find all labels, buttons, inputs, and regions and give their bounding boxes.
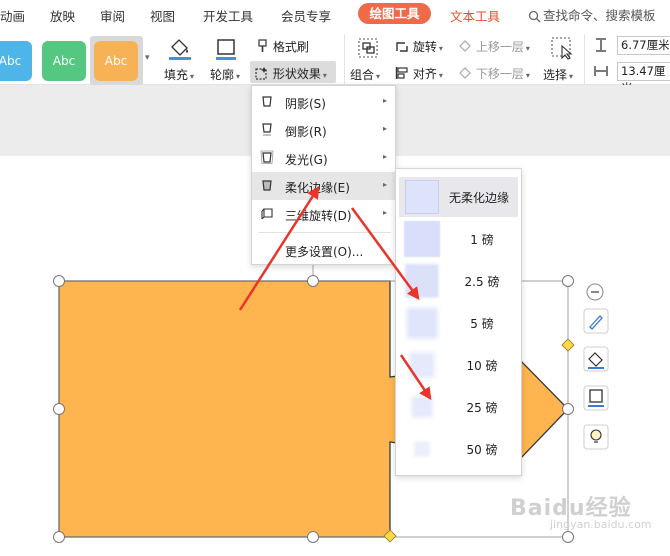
app-window: 动画 放映 审阅 视图 开发工具 会员专享 绘图工具 文本工具 查找命令、搜索模… bbox=[0, 0, 670, 556]
soft-edge-option-50[interactable]: 50 磅 bbox=[399, 429, 518, 469]
menu-item-glow[interactable]: 发光(G) ▸ bbox=[252, 144, 395, 172]
menu-item-shadow[interactable]: 阴影(S) ▸ bbox=[252, 88, 395, 116]
soft-edge-option-2-5[interactable]: 2.5 磅 bbox=[399, 261, 518, 301]
soft-edge-thumbnail bbox=[405, 180, 439, 214]
soft-edge-option-5[interactable]: 5 磅 bbox=[399, 303, 518, 343]
menu-item-label: 倒影(R) bbox=[285, 125, 327, 139]
menu-item-label: 柔化边缘(E) bbox=[285, 181, 350, 195]
menu-item-more-settings[interactable]: 更多设置(O)... bbox=[252, 236, 395, 264]
soft-edge-thumbnail bbox=[406, 265, 438, 297]
soft-edges-icon bbox=[262, 180, 272, 191]
soft-edge-thumbnail bbox=[405, 222, 439, 256]
shadow-icon bbox=[262, 96, 272, 107]
menu-item-3d-rotation[interactable]: 三维旋转(D) ▸ bbox=[252, 200, 395, 228]
fill-quick-icon[interactable] bbox=[583, 346, 609, 372]
soft-edge-thumbnail bbox=[414, 399, 430, 415]
soft-edge-label: 5 磅 bbox=[470, 317, 494, 331]
soft-edge-option-1[interactable]: 1 磅 bbox=[399, 219, 518, 259]
soft-edge-label: 25 磅 bbox=[466, 401, 498, 415]
floating-toolbar bbox=[583, 283, 609, 450]
menu-divider bbox=[258, 232, 391, 233]
soft-edge-thumbnail bbox=[416, 443, 428, 455]
watermark-sub: jingyan.baidu.com bbox=[550, 518, 652, 531]
watermark-logo: Baidu经验 jingyan.baidu.com bbox=[510, 490, 652, 531]
soft-edge-thumbnail bbox=[411, 354, 433, 376]
menu-item-label: 更多设置(O)... bbox=[285, 245, 364, 259]
soft-edge-label: 50 磅 bbox=[466, 443, 498, 457]
shape-layer bbox=[53, 263, 575, 543]
soft-edge-label: 10 磅 bbox=[466, 359, 498, 373]
soft-edge-option-25[interactable]: 25 磅 bbox=[399, 387, 518, 427]
menu-item-label: 发光(G) bbox=[285, 153, 328, 167]
soft-edges-submenu: 无柔化边缘 1 磅 2.5 磅 5 磅 10 磅 25 磅 50 磅 bbox=[395, 168, 522, 476]
soft-edge-label: 1 磅 bbox=[470, 233, 494, 247]
lightbulb-icon[interactable] bbox=[583, 424, 609, 450]
shape-effects-menu: 阴影(S) ▸ 倒影(R) ▸ 发光(G) ▸ 柔化边缘(E) ▸ 三维旋转(D) ▸ 更… bbox=[251, 85, 396, 265]
3d-rotation-icon bbox=[261, 208, 273, 220]
soft-edge-label: 2.5 磅 bbox=[464, 275, 500, 289]
reflection-icon bbox=[262, 123, 272, 136]
menu-item-label: 阴影(S) bbox=[285, 97, 326, 111]
soft-edge-option-none[interactable]: 无柔化边缘 bbox=[399, 177, 518, 217]
menu-item-label: 三维旋转(D) bbox=[285, 209, 352, 223]
menu-item-reflection[interactable]: 倒影(R) ▸ bbox=[252, 116, 395, 144]
soft-edge-thumbnail bbox=[409, 310, 435, 336]
outline-quick-icon[interactable] bbox=[583, 385, 609, 411]
menu-item-soft-edges[interactable]: 柔化边缘(E) ▸ bbox=[252, 172, 395, 200]
collapse-icon[interactable] bbox=[586, 283, 604, 301]
style-brush-icon[interactable] bbox=[583, 308, 609, 334]
soft-edge-option-10[interactable]: 10 磅 bbox=[399, 345, 518, 385]
glow-icon bbox=[260, 150, 274, 164]
adjust-handle-right[interactable] bbox=[561, 338, 575, 352]
soft-edge-label: 无柔化边缘 bbox=[449, 191, 510, 205]
